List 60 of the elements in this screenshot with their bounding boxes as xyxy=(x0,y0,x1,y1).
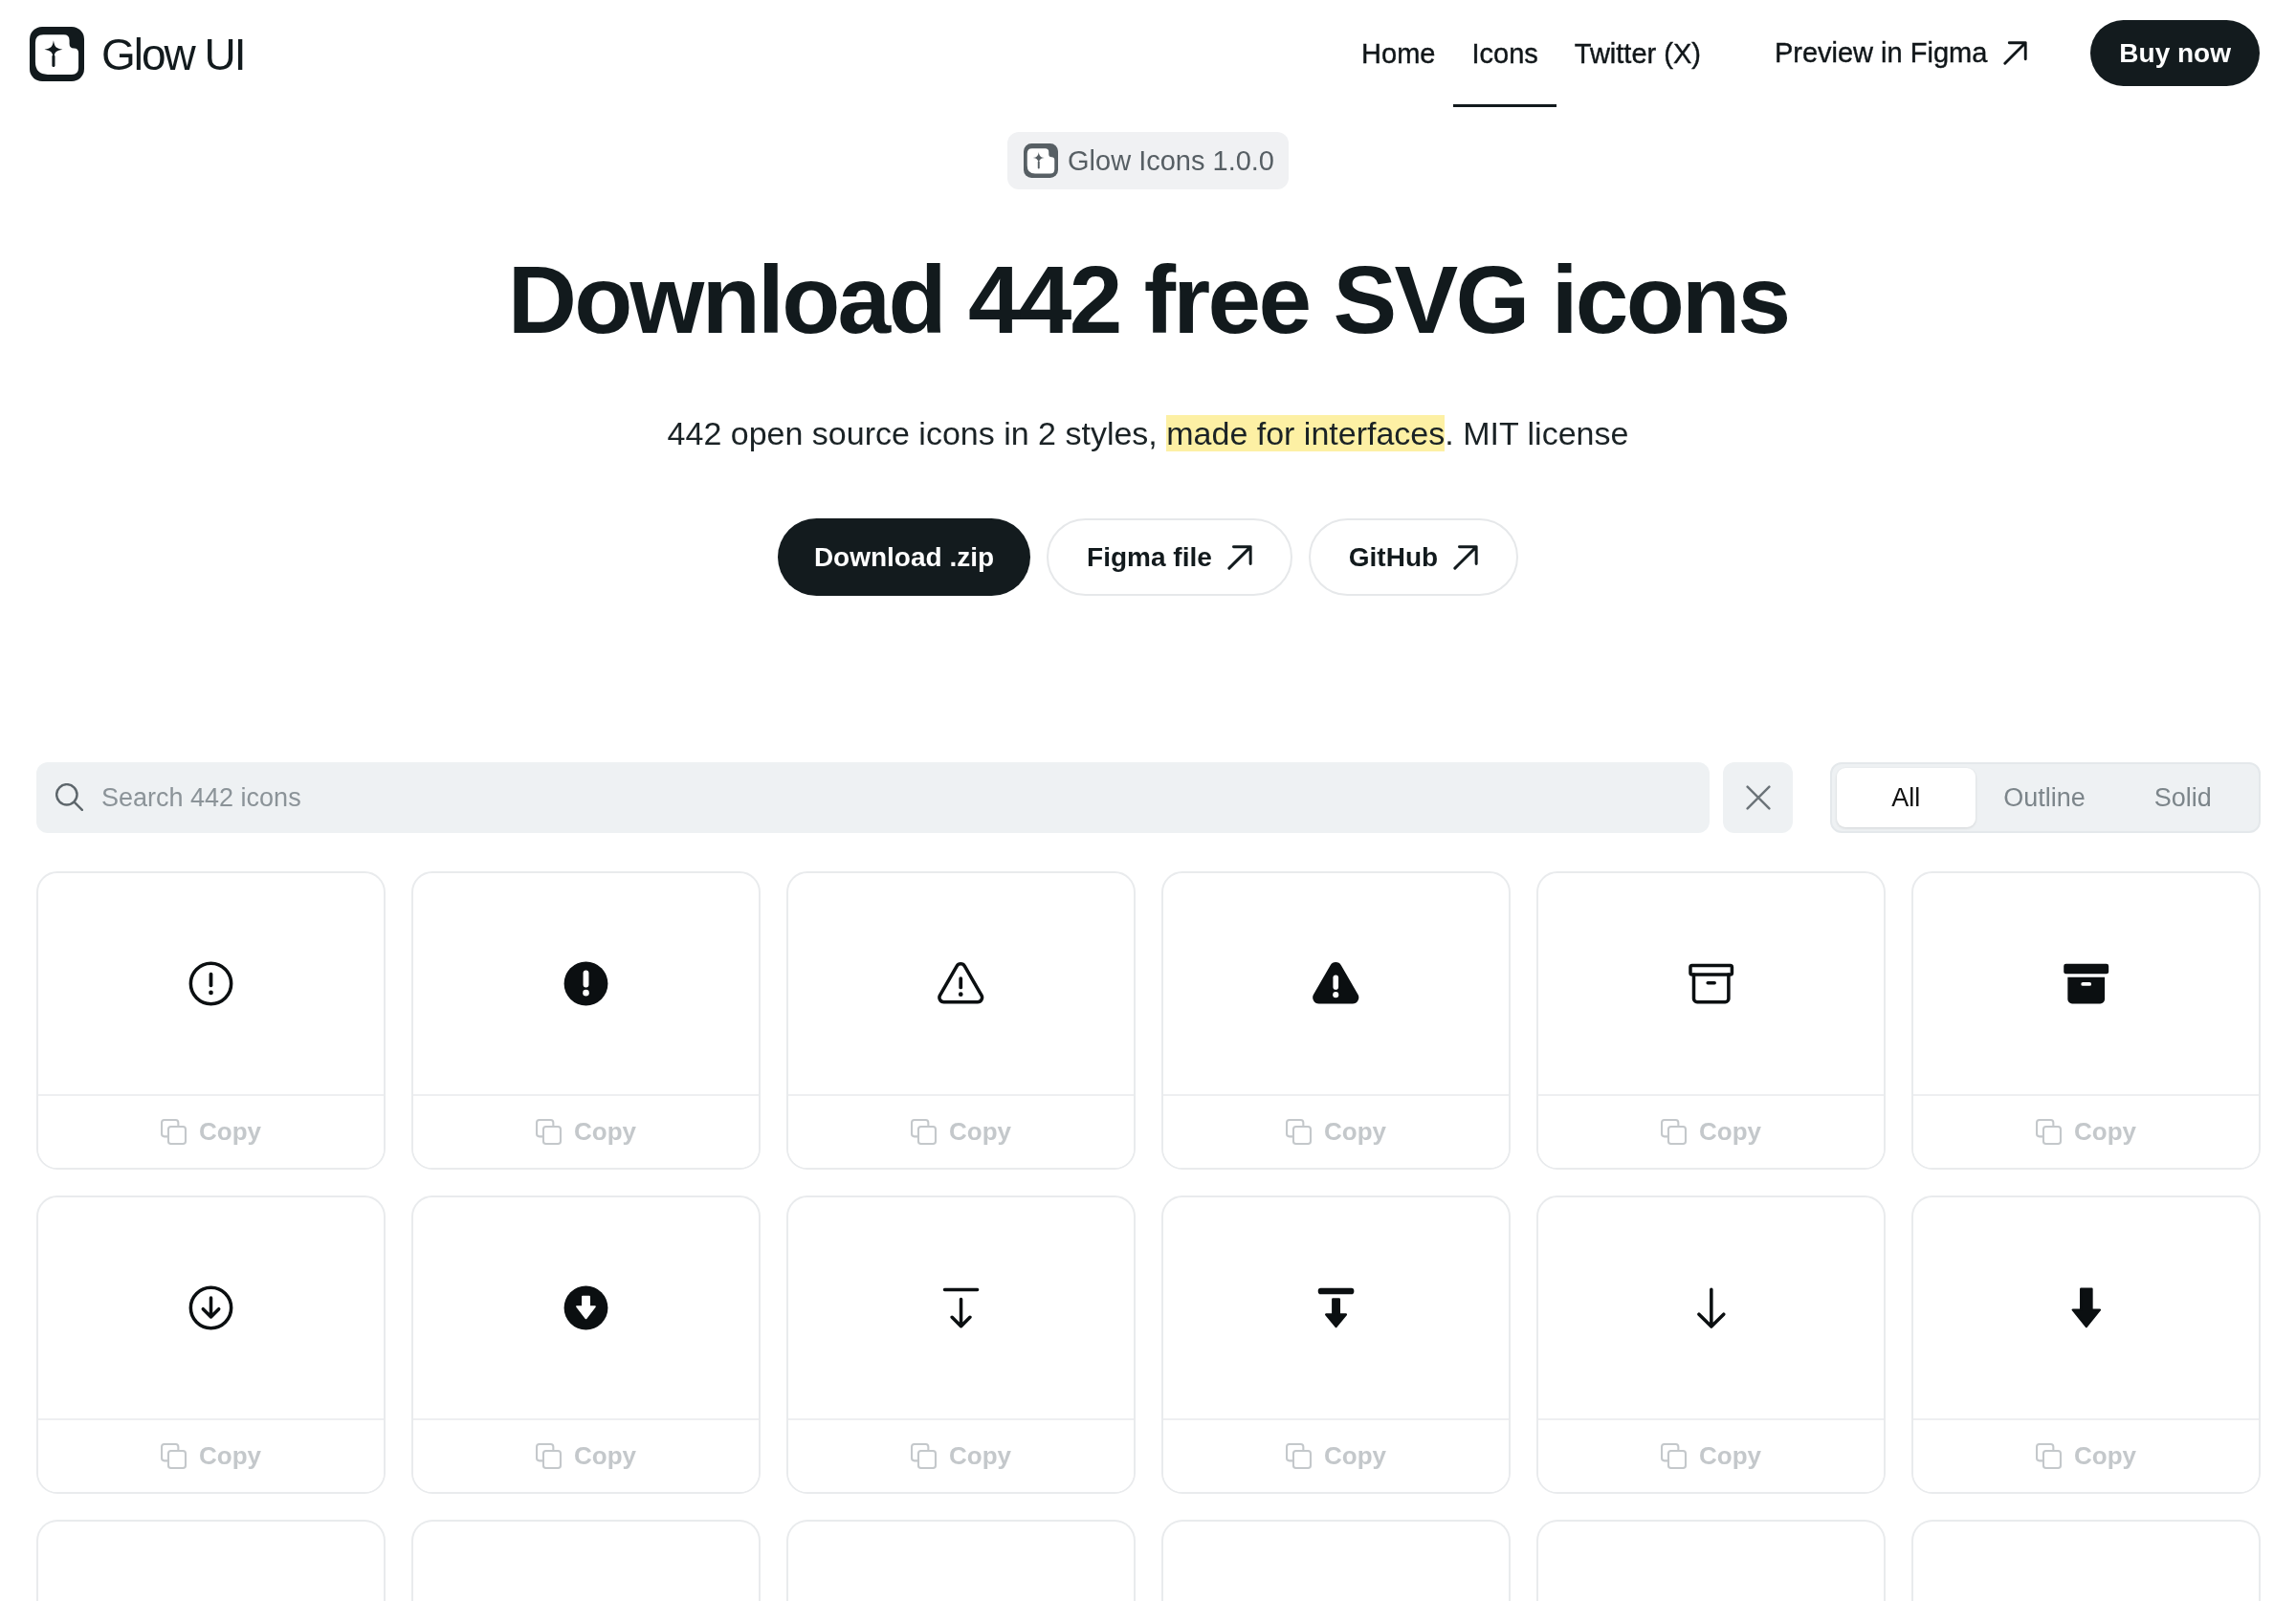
copy-icon xyxy=(1286,1443,1312,1469)
copy-button[interactable]: Copy xyxy=(1913,1418,2259,1492)
external-link-button[interactable]: Figma file xyxy=(1047,518,1292,596)
archive-box-icon xyxy=(1687,962,1735,1005)
search-icon xyxy=(55,783,83,811)
arrow-up-right-icon xyxy=(1226,544,1252,570)
logo-link[interactable]: Glow UI xyxy=(30,27,245,81)
clear-button[interactable] xyxy=(1723,762,1793,833)
copy-icon xyxy=(1661,1443,1687,1469)
copy-icon xyxy=(911,1443,937,1469)
copy-icon xyxy=(2036,1443,2062,1469)
arrow-down-icon xyxy=(2070,1287,2102,1328)
copy-icon xyxy=(536,1119,562,1145)
filter-tab[interactable]: Outline xyxy=(1975,768,2114,827)
arrow-up-right-icon xyxy=(1453,544,1479,570)
arrow-down-from-line-icon xyxy=(940,1286,982,1329)
copy-icon xyxy=(1286,1119,1312,1145)
nav-link[interactable]: Home xyxy=(1343,20,1454,107)
arrow-up-right-icon xyxy=(2003,41,2028,65)
copy-button[interactable]: Copy xyxy=(788,1418,1134,1492)
copy-icon xyxy=(536,1443,562,1469)
copy-button[interactable]: Copy xyxy=(413,1094,759,1168)
copy-button[interactable]: Copy xyxy=(38,1418,384,1492)
close-icon xyxy=(1745,785,1771,810)
download-button[interactable]: Download .zip xyxy=(777,518,1031,596)
hero-subtitle: 442 open source icons in 2 styles, made for interfaces. MIT license xyxy=(667,414,1629,452)
copy-button[interactable]: Copy xyxy=(413,1418,759,1492)
search-field[interactable]: Search 442 icons xyxy=(36,762,1710,833)
nav-link[interactable]: Twitter (X) xyxy=(1556,20,1719,107)
exclamation-circle-icon xyxy=(188,961,233,1006)
copy-button[interactable]: Copy xyxy=(1913,1094,2259,1168)
copy-button[interactable]: Copy xyxy=(1163,1418,1509,1492)
arrow-down-icon xyxy=(1695,1287,1727,1328)
warning-triangle-icon xyxy=(1312,962,1360,1005)
copy-button[interactable]: Copy xyxy=(38,1094,384,1168)
version-label: Glow Icons 1.0.0 xyxy=(1068,144,1274,177)
copy-icon xyxy=(2036,1119,2062,1145)
copy-button[interactable]: Copy xyxy=(1538,1418,1884,1492)
nav-link[interactable]: Icons xyxy=(1453,20,1556,107)
filter-tab[interactable]: All xyxy=(1837,768,1976,827)
warning-triangle-icon xyxy=(937,962,985,1005)
exclamation-circle-icon xyxy=(563,961,608,1006)
copy-icon xyxy=(161,1443,187,1469)
copy-button[interactable]: Copy xyxy=(788,1094,1134,1168)
copy-icon xyxy=(161,1119,187,1145)
arrow-down-circle-icon xyxy=(188,1285,233,1330)
external-link-button[interactable]: GitHub xyxy=(1308,518,1519,596)
copy-button[interactable]: Copy xyxy=(1163,1094,1509,1168)
archive-box-icon xyxy=(2062,962,2110,1005)
arrow-down-circle-icon xyxy=(563,1285,608,1330)
copy-icon xyxy=(1661,1119,1687,1145)
logo-icon xyxy=(30,27,84,81)
copy-icon xyxy=(911,1119,937,1145)
arrow-down-from-line-icon xyxy=(1315,1286,1357,1329)
copy-button[interactable]: Copy xyxy=(1538,1094,1884,1168)
filter-tab[interactable]: Solid xyxy=(2113,768,2252,827)
preview-link[interactable]: Preview in Figma xyxy=(1774,20,2028,86)
hero-title: Download 442 free SVG icons xyxy=(507,245,1789,355)
logo-icon xyxy=(1024,143,1058,178)
buy-button[interactable]: Buy now xyxy=(2090,20,2260,86)
